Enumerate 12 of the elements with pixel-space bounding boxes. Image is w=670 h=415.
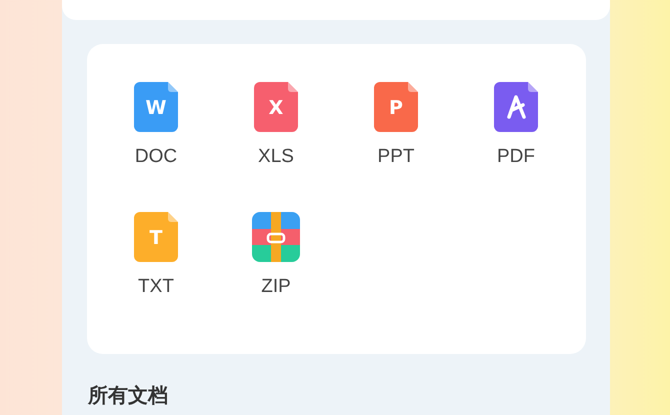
file-type-label[interactable]: ZIP: [261, 276, 291, 298]
file-type-label[interactable]: DOC: [134, 146, 178, 168]
file-type-label[interactable]: PPT: [378, 146, 414, 168]
section-title: 所有文档: [88, 384, 169, 409]
file-type-label[interactable]: PDF: [497, 146, 535, 168]
file-icon: T: [134, 212, 178, 262]
file-icon: W: [134, 82, 178, 132]
file-type-label[interactable]: TXT: [138, 276, 174, 298]
file-icon: X: [254, 82, 298, 132]
archive-icon: [252, 212, 300, 262]
file-type-label[interactable]: XLS: [258, 146, 294, 168]
file-icon: P: [374, 82, 418, 132]
